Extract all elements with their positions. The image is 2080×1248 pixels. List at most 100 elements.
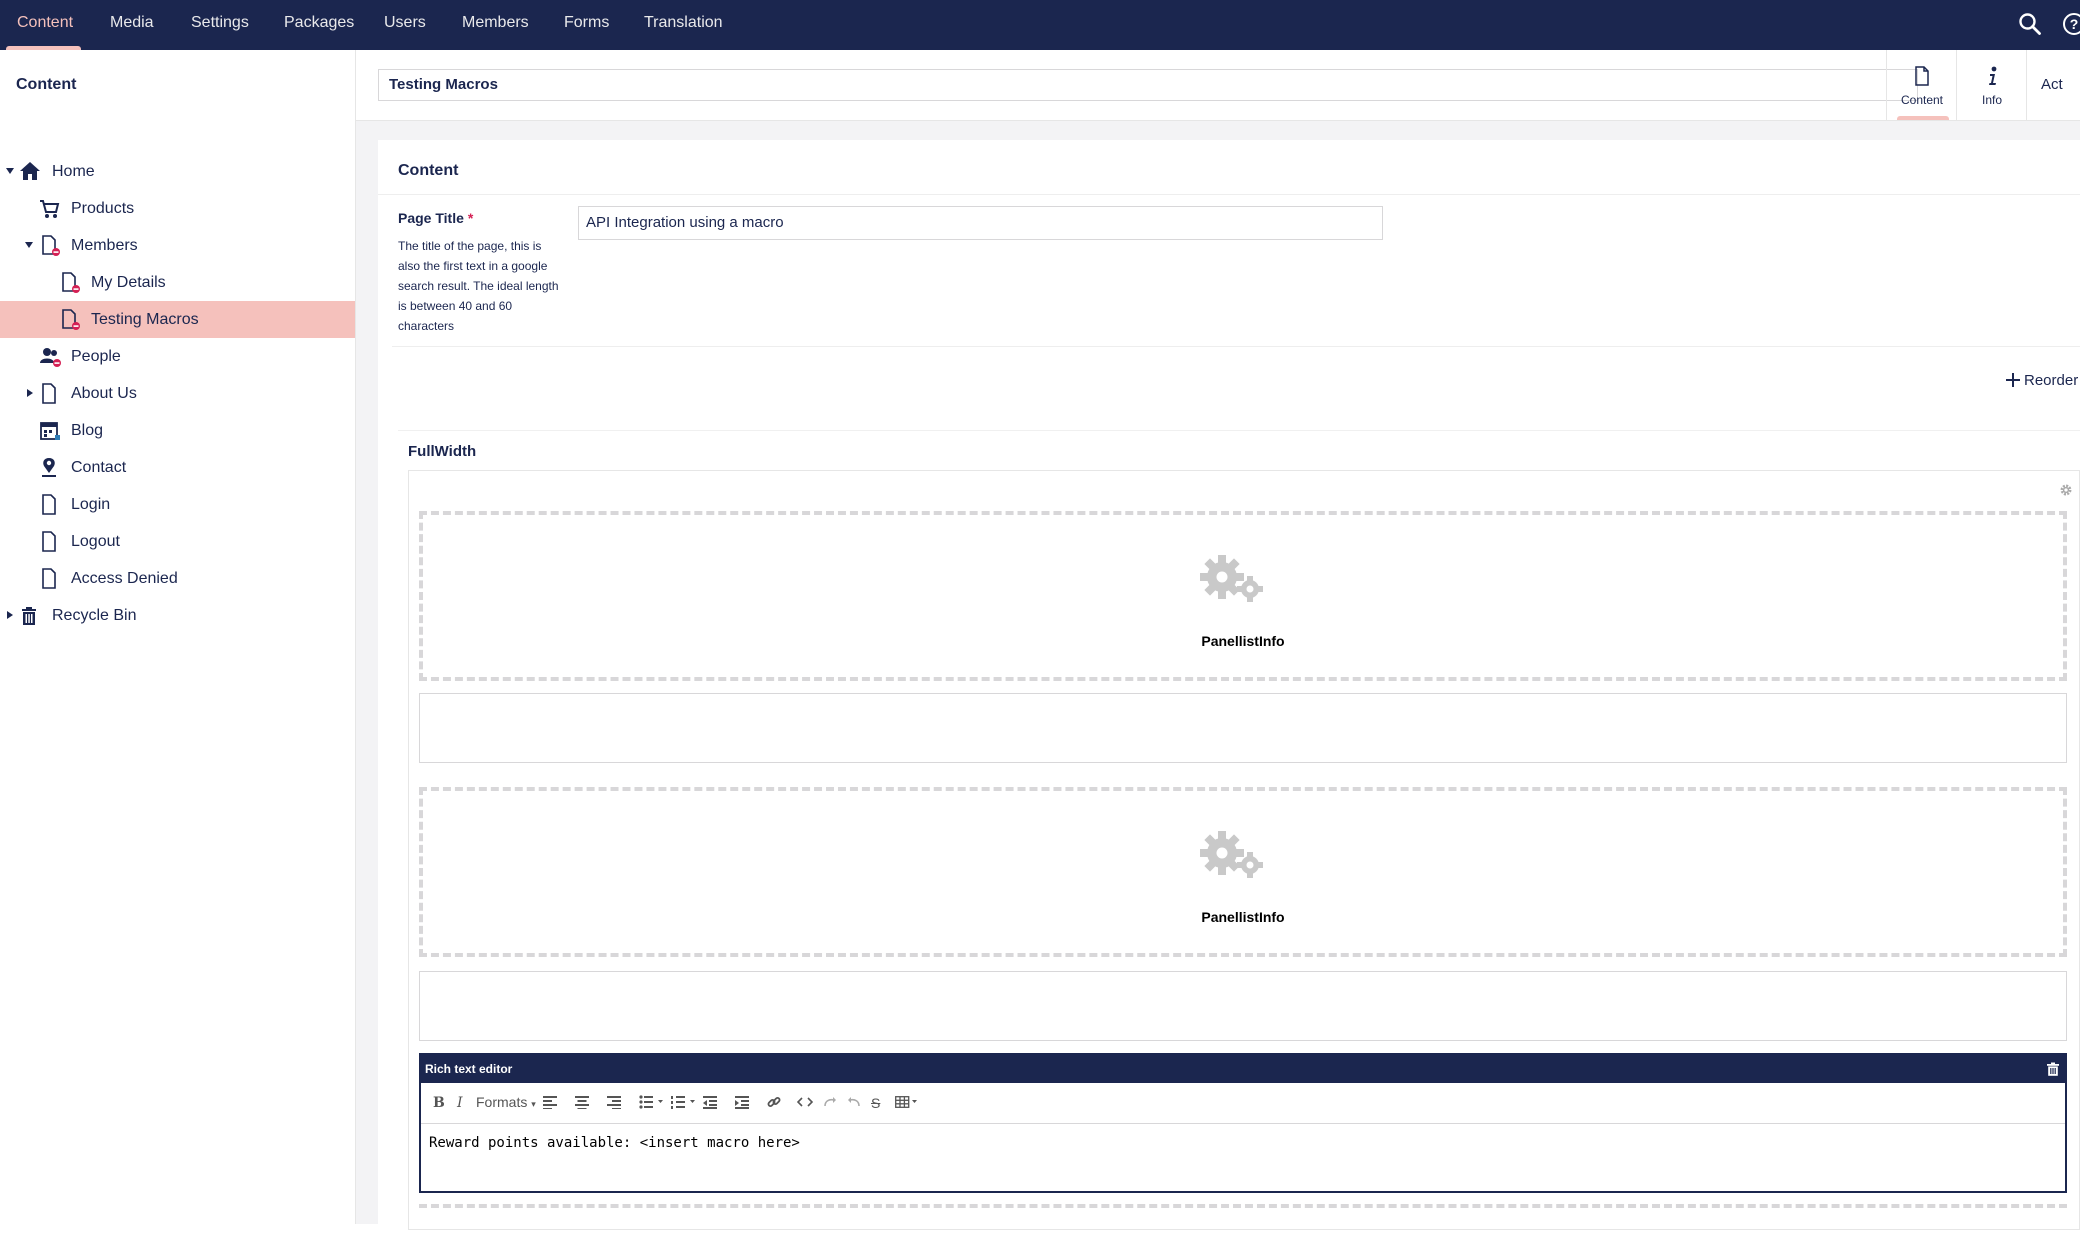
nav-settings[interactable]: Settings (191, 0, 249, 50)
tree-item-contact[interactable]: Contact (0, 449, 355, 486)
bullet-list-icon[interactable] (639, 1095, 663, 1111)
info-icon (1986, 66, 2000, 86)
nav-content[interactable]: Content (17, 0, 73, 50)
tree-item-recycle-bin[interactable]: Recycle Bin (0, 597, 355, 634)
caret-right-icon[interactable] (25, 388, 35, 398)
cart-icon (39, 198, 61, 220)
tree-item-label: Members (71, 237, 138, 254)
nav-members[interactable]: Members (462, 0, 529, 50)
tree-item-label: Login (71, 496, 111, 513)
tree-item-people[interactable]: People (0, 338, 355, 375)
align-left-icon[interactable] (543, 1095, 557, 1111)
tree-item-my-details[interactable]: My Details (0, 264, 355, 301)
grid-section-header: FullWidth (398, 430, 2080, 466)
strikethrough-button[interactable]: S (871, 1095, 880, 1111)
svg-text:?: ? (2070, 16, 2079, 32)
help-icon[interactable]: ? (2062, 12, 2080, 36)
content-editor: Testing Macros Content Info Act Content … (356, 50, 2080, 1230)
search-icon[interactable] (2018, 12, 2042, 36)
page-title-input[interactable]: API Integration using a macro (578, 206, 1383, 240)
people-icon (39, 346, 63, 368)
document-icon (1914, 66, 1930, 86)
tree-item-testing-macros[interactable]: Testing Macros (0, 301, 355, 338)
home-icon (19, 161, 41, 181)
align-right-icon[interactable] (607, 1095, 621, 1111)
formats-dropdown[interactable]: Formats ▾ (476, 1094, 536, 1110)
top-navigation: Content Media Settings Packages Users Me… (0, 0, 2080, 50)
nav-users[interactable]: Users (384, 0, 426, 50)
move-icon (2006, 373, 2020, 387)
divider (378, 194, 2080, 195)
code-icon[interactable] (797, 1095, 813, 1111)
tree-item-label: People (71, 348, 121, 365)
tree-item-access-denied[interactable]: Access Denied (0, 560, 355, 597)
numbered-list-icon[interactable] (671, 1095, 695, 1111)
page-title-label-text: Page Title (398, 210, 464, 226)
document-restricted-icon (60, 272, 82, 294)
tree-item-blog[interactable]: Blog (0, 412, 355, 449)
gears-icon (1198, 829, 1266, 881)
rte-content[interactable]: Reward points available: <insert macro h… (429, 1135, 800, 1151)
rte-title: Rich text editor (425, 1062, 513, 1076)
node-name-input[interactable]: Testing Macros (378, 69, 1918, 101)
settings-gear-icon[interactable] (2059, 483, 2073, 497)
tree-item-label: Recycle Bin (52, 607, 137, 624)
content-tree-sidebar: Content Home Products Members My Details… (0, 50, 356, 1224)
tab-info[interactable]: Info (1956, 50, 2027, 120)
sidebar-title: Content (16, 76, 77, 93)
indent-icon[interactable] (735, 1095, 749, 1111)
reorder-button[interactable]: Reorder (2006, 372, 2078, 389)
tree-item-login[interactable]: Login (0, 486, 355, 523)
document-icon (40, 531, 58, 553)
bold-button[interactable]: B (433, 1095, 445, 1111)
tree-item-about-us[interactable]: About Us (0, 375, 355, 412)
link-icon[interactable] (767, 1095, 781, 1111)
tree-item-logout[interactable]: Logout (0, 523, 355, 560)
rte-toolbar: B I Formats ▾ S (421, 1083, 2065, 1124)
rte-header: Rich text editor (421, 1055, 2065, 1083)
group-title: Content (398, 162, 459, 179)
caret-right-icon[interactable] (5, 610, 15, 620)
macro-placeholder[interactable]: PanellistInfo (419, 511, 2067, 681)
nav-translation[interactable]: Translation (644, 0, 723, 50)
nav-media[interactable]: Media (110, 0, 154, 50)
document-icon (40, 568, 58, 590)
nav-forms[interactable]: Forms (564, 0, 609, 50)
macro-placeholder-partial (419, 1204, 2067, 1248)
empty-grid-cell[interactable] (419, 693, 2067, 763)
tab-label: Info (1981, 93, 2002, 107)
redo-icon[interactable] (823, 1095, 837, 1111)
page-title-label: Page Title * (398, 210, 473, 226)
nav-packages[interactable]: Packages (284, 0, 354, 50)
document-restricted-icon (40, 235, 62, 257)
tab-label: Content (1900, 93, 1944, 107)
content-group-panel: Content Page Title * The title of the pag… (378, 140, 2080, 1230)
macro-label: PanellistInfo (1201, 633, 1285, 649)
reorder-label: Reorder (2024, 372, 2079, 389)
map-marker-icon (40, 457, 60, 479)
macro-label: PanellistInfo (1201, 909, 1285, 925)
document-restricted-icon (60, 309, 82, 331)
italic-button[interactable]: I (457, 1095, 463, 1111)
outdent-icon[interactable] (703, 1095, 717, 1111)
tab-content[interactable]: Content (1886, 50, 1957, 120)
tab-actions[interactable]: Act (2026, 50, 2080, 120)
trash-icon[interactable] (2047, 1062, 2059, 1076)
undo-icon[interactable] (847, 1095, 861, 1111)
tree-item-products[interactable]: Products (0, 190, 355, 227)
tree-item-label: Products (71, 200, 135, 217)
tree-item-label: My Details (91, 274, 166, 291)
tree-item-members[interactable]: Members (0, 227, 355, 264)
caret-down-icon[interactable] (5, 166, 15, 176)
trash-icon (20, 605, 38, 627)
tree-item-label: Blog (71, 422, 104, 439)
empty-grid-cell[interactable] (419, 971, 2067, 1041)
table-icon[interactable] (895, 1095, 919, 1111)
calendar-icon (39, 420, 61, 442)
caret-down-icon[interactable] (24, 240, 34, 250)
tree-item-label: Logout (71, 533, 120, 550)
document-icon (40, 383, 58, 405)
tree-item-home[interactable]: Home (0, 153, 355, 190)
align-center-icon[interactable] (575, 1095, 589, 1111)
macro-placeholder[interactable]: PanellistInfo (419, 787, 2067, 957)
